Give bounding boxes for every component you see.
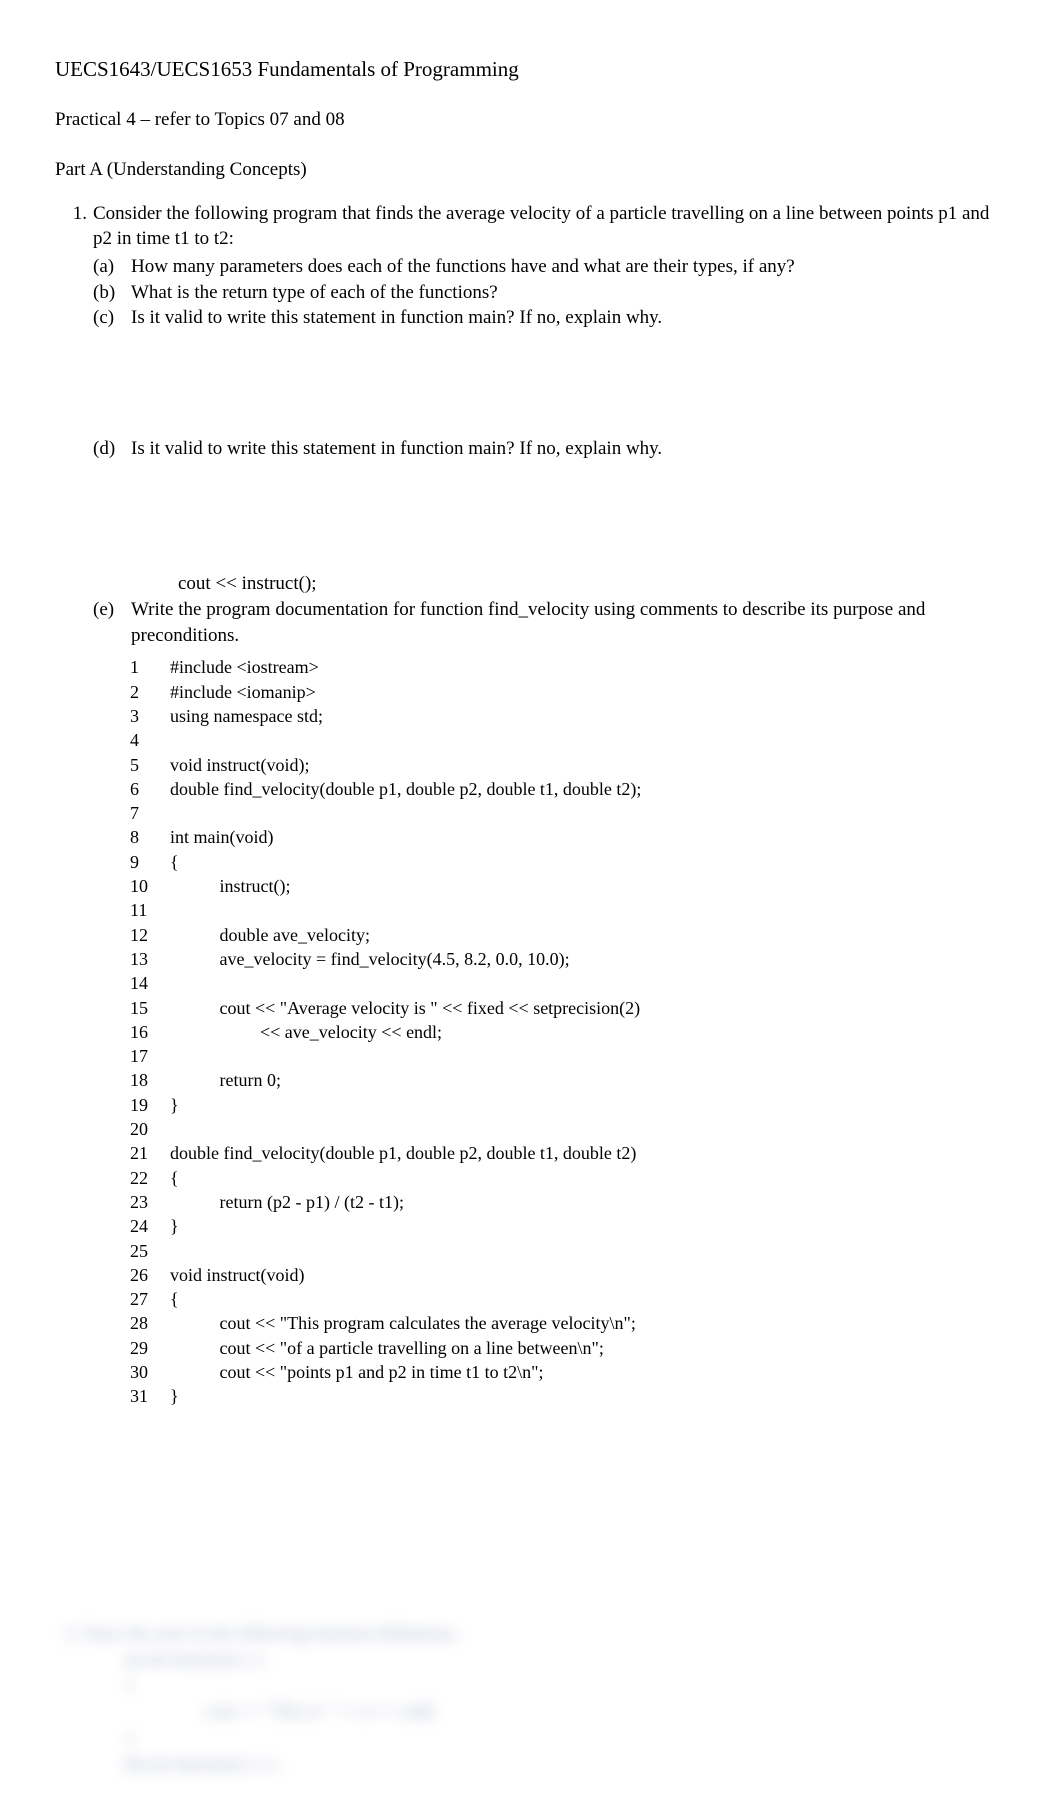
line-number: 16: [128, 1020, 170, 1044]
line-number: 5: [128, 753, 170, 777]
sub-d-text: Is it valid to write this statement in f…: [131, 436, 1007, 462]
practical-subhead: Practical 4 – refer to Topics 07 and 08: [55, 107, 1007, 133]
blurred-text: (b) int function2 ( x ): [125, 1752, 1007, 1776]
code-text: {: [170, 1166, 978, 1190]
code-text: instruct();: [170, 874, 978, 898]
code-text: cout << "Average velocity is " << fixed …: [170, 996, 978, 1020]
line-number: 19: [128, 1093, 170, 1117]
line-number: 8: [128, 825, 170, 849]
sub-d-label: (d): [93, 436, 131, 462]
code-text: cout << "of a particle travelling on a l…: [170, 1336, 978, 1360]
blurred-text: {: [125, 1673, 1007, 1697]
code-text: void instruct(void): [170, 1263, 978, 1287]
question-number: 1.: [55, 201, 93, 1411]
sub-b-label: (b): [93, 280, 131, 306]
code-block: 1#include <iostream> 2#include <iomanip>…: [128, 653, 978, 1410]
question-body: Consider the following program that find…: [93, 201, 1007, 1411]
line-number: 28: [128, 1311, 170, 1335]
line-number: 13: [128, 947, 170, 971]
code-text: using namespace std;: [170, 704, 978, 728]
code-text: [170, 1117, 978, 1141]
code-text: #include <iomanip>: [170, 680, 978, 704]
part-a-heading: Part A (Understanding Concepts): [55, 157, 1007, 183]
blurred-text: 2. Trace the error in the following func…: [65, 1621, 1007, 1645]
line-number: 2: [128, 680, 170, 704]
code-text: [170, 728, 978, 752]
code-text: [170, 1044, 978, 1068]
subquestion-list-e: (e) Write the program documentation for …: [93, 597, 1007, 648]
line-number: 29: [128, 1336, 170, 1360]
line-number: 1: [128, 655, 170, 679]
line-number: 10: [128, 874, 170, 898]
line-number: 27: [128, 1287, 170, 1311]
sub-c-text: Is it valid to write this statement in f…: [131, 305, 1007, 331]
line-number: 6: [128, 777, 170, 801]
code-text: }: [170, 1214, 978, 1238]
code-text: [170, 971, 978, 995]
line-number: 12: [128, 923, 170, 947]
subquestion-list: (a) How many parameters does each of the…: [93, 254, 1007, 462]
line-number: 30: [128, 1360, 170, 1384]
line-number: 9: [128, 850, 170, 874]
blurred-text: }: [125, 1726, 1007, 1750]
code-text: [170, 1239, 978, 1263]
sub-e-label: (e): [93, 597, 131, 648]
line-number: 14: [128, 971, 170, 995]
line-number: 26: [128, 1263, 170, 1287]
line-number: 3: [128, 704, 170, 728]
line-number: 21: [128, 1141, 170, 1165]
code-text: cout << "points p1 and p2 in time t1 to …: [170, 1360, 978, 1384]
line-number: 24: [128, 1214, 170, 1238]
code-text: double find_velocity(double p1, double p…: [170, 777, 978, 801]
question-list: 1. Consider the following program that f…: [55, 201, 1007, 1411]
sub-a-text: How many parameters does each of the fun…: [131, 254, 1007, 280]
code-text: {: [170, 1287, 978, 1311]
line-number: 18: [128, 1068, 170, 1092]
code-text: [170, 898, 978, 922]
line-number: 31: [128, 1384, 170, 1408]
code-text: }: [170, 1384, 978, 1408]
code-text: void instruct(void);: [170, 753, 978, 777]
code-text: {: [170, 850, 978, 874]
line-number: 11: [128, 898, 170, 922]
code-text: return (p2 - p1) / (t2 - t1);: [170, 1190, 978, 1214]
line-number: 7: [128, 801, 170, 825]
code-text: double ave_velocity;: [170, 923, 978, 947]
code-text: ave_velocity = find_velocity(4.5, 8.2, 0…: [170, 947, 978, 971]
code-text: }: [170, 1093, 978, 1117]
code-text: [170, 801, 978, 825]
code-text: cout << "This program calculates the ave…: [170, 1311, 978, 1335]
question-text: Consider the following program that find…: [93, 201, 1007, 252]
line-number: 25: [128, 1239, 170, 1263]
sub-d-code-fragment: cout << instruct();: [178, 571, 1007, 597]
sub-b-text: What is the return type of each of the f…: [131, 280, 1007, 306]
line-number: 17: [128, 1044, 170, 1068]
page: UECS1643/UECS1653 Fundamentals of Progra…: [0, 0, 1062, 1818]
line-number: 23: [128, 1190, 170, 1214]
line-number: 4: [128, 728, 170, 752]
sub-c-label: (c): [93, 305, 131, 331]
line-number: 15: [128, 996, 170, 1020]
code-text: return 0;: [170, 1068, 978, 1092]
code-text: int main(void): [170, 825, 978, 849]
code-text: << ave_velocity << endl;: [170, 1020, 978, 1044]
blurred-text: cout << "This is " << n << endl;: [205, 1699, 1007, 1723]
sub-e-text: Write the program documentation for func…: [131, 597, 1007, 648]
course-header: UECS1643/UECS1653 Fundamentals of Progra…: [55, 55, 1007, 83]
code-text: double find_velocity(double p1, double p…: [170, 1141, 978, 1165]
line-number: 22: [128, 1166, 170, 1190]
code-text: #include <iostream>: [170, 655, 978, 679]
line-number: 20: [128, 1117, 170, 1141]
blurred-preview: 2. Trace the error in the following func…: [55, 1621, 1007, 1818]
sub-a-label: (a): [93, 254, 131, 280]
blurred-text: (a) int function1 ( ): [125, 1647, 1007, 1671]
